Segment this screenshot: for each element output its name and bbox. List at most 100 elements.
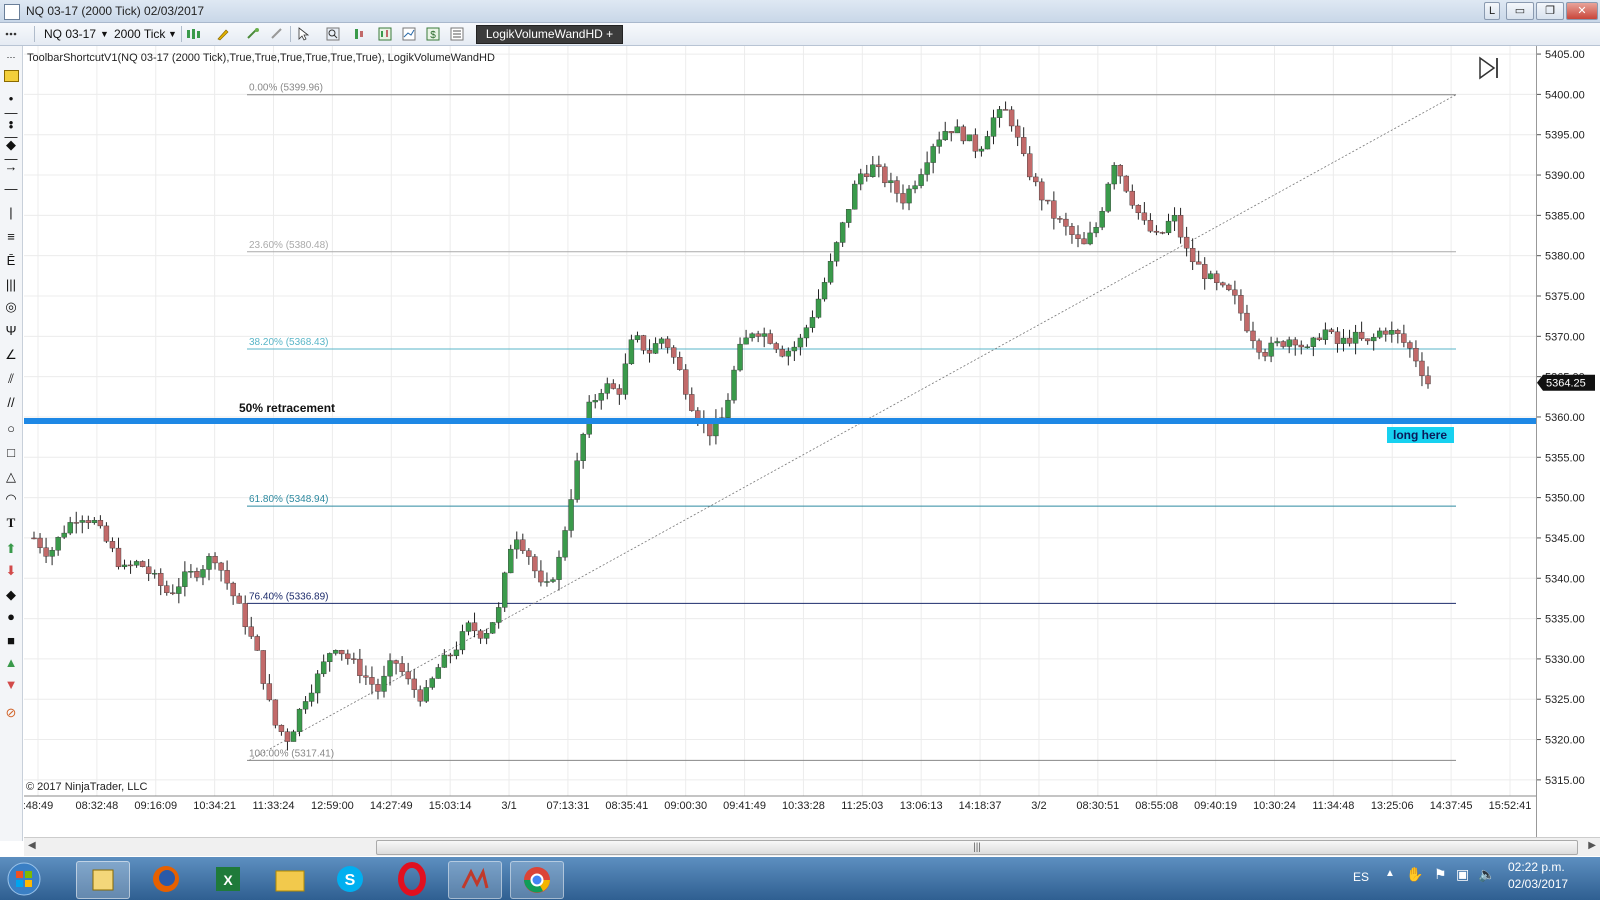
ray-icon[interactable]: →	[3, 160, 19, 174]
tray-app-icon[interactable]: ✋	[1406, 866, 1423, 883]
zoom-icon[interactable]	[326, 27, 340, 41]
long-here-badge[interactable]: long here	[1387, 427, 1454, 443]
fib-extension-icon[interactable]: Ē	[3, 254, 19, 268]
arrow-down-icon[interactable]: ⬇	[3, 564, 19, 578]
candle	[1298, 340, 1304, 355]
chart-canvas[interactable]: 0.00% (5399.96) 23.60% (5380.48) 38.20% (5…	[23, 46, 1536, 841]
taskbar-excel[interactable]: X	[202, 861, 254, 897]
close-button[interactable]: ✕	[1566, 2, 1598, 20]
extended-line-icon[interactable]: ◆—	[3, 138, 19, 166]
properties-icon[interactable]	[450, 27, 464, 41]
taskbar-firefox[interactable]	[140, 861, 192, 897]
candlestick-style-icon[interactable]	[186, 27, 204, 41]
triangle-icon[interactable]: △	[3, 470, 19, 484]
add-indicator-icon[interactable]	[246, 27, 260, 41]
volume-icon[interactable]: 🔈	[1478, 866, 1495, 883]
fib-circle-icon[interactable]: ◎	[3, 300, 19, 314]
gann-fan-icon[interactable]: ∠	[3, 348, 19, 362]
arc-icon[interactable]: ◠	[3, 492, 19, 506]
period-selector[interactable]: 2000 Tick	[114, 26, 165, 42]
candle	[1364, 338, 1371, 345]
scroll-thumb[interactable]: |||	[376, 840, 1578, 855]
candle	[127, 560, 134, 574]
indicator-button[interactable]: LogikVolumeWandHD +	[476, 25, 623, 44]
candle	[1008, 106, 1015, 132]
candle-body	[218, 562, 224, 571]
remove-drawings-icon[interactable]: ⊘	[3, 706, 19, 720]
vertical-line-icon[interactable]: |	[3, 206, 19, 220]
taskbar-opera[interactable]	[386, 861, 438, 897]
taskbar-chrome[interactable]	[510, 861, 564, 899]
square-icon[interactable]: ■	[3, 634, 19, 648]
candle-body	[833, 242, 840, 262]
trend-channel-icon[interactable]: //	[3, 396, 19, 410]
ellipse-icon[interactable]: ○	[3, 422, 19, 436]
candle	[966, 134, 973, 142]
pitchfork-icon[interactable]: Ψ	[3, 324, 19, 338]
clock-date[interactable]: 02/03/2017	[1508, 877, 1568, 891]
restore-button[interactable]: ❐	[1536, 2, 1564, 20]
ninjatrader-icon	[461, 867, 489, 889]
price-chart[interactable]: 0.00% (5399.96) 23.60% (5380.48) 38.20% (5…	[23, 46, 1536, 841]
chevron-down-icon[interactable]: ▼	[168, 26, 177, 42]
diamond-icon[interactable]: ◆	[3, 588, 19, 602]
toolbar-separator	[290, 26, 291, 42]
link-button[interactable]: L	[1484, 2, 1500, 20]
scroll-right-icon[interactable]: ▶	[1588, 840, 1596, 851]
data-series-icon[interactable]	[354, 27, 368, 41]
rectangle-icon[interactable]: □	[3, 446, 19, 460]
candle	[864, 164, 870, 182]
taskbar-skype[interactable]: S	[324, 861, 376, 897]
chart-properties-icon[interactable]	[402, 27, 416, 41]
language-indicator[interactable]: ES	[1353, 870, 1369, 884]
candle-body	[1322, 329, 1329, 340]
network-icon[interactable]: ▣	[1456, 866, 1469, 883]
candle	[139, 560, 146, 568]
chevron-down-icon[interactable]: ▼	[100, 26, 109, 42]
price-axis[interactable]: 5405.00 5400.00 5395.00 5390.00 5385.00 5380.…	[1536, 46, 1600, 841]
candle	[459, 624, 466, 655]
pencil-icon[interactable]	[216, 27, 230, 41]
price-tick-label: 5350.00	[1545, 493, 1585, 505]
segment-icon[interactable]: •—	[3, 116, 19, 144]
drag-handle-icon[interactable]	[4, 27, 18, 41]
ruler-icon[interactable]	[3, 70, 19, 84]
start-button[interactable]	[2, 861, 46, 897]
retracement-line[interactable]	[24, 418, 1536, 424]
tray-expand-icon[interactable]: ▲	[1385, 868, 1395, 879]
drag-handle-icon[interactable]: ⋯	[3, 50, 19, 64]
instrument-selector[interactable]: NQ 03-17	[44, 26, 96, 42]
minimize-button[interactable]: ▭	[1506, 2, 1534, 20]
taskbar-hand-app[interactable]	[76, 861, 130, 899]
indicators-icon[interactable]	[378, 27, 392, 41]
skip-to-end-icon[interactable]	[1479, 56, 1498, 80]
taskbar-ninjatrader[interactable]	[448, 861, 502, 899]
scroll-left-icon[interactable]: ◀	[28, 840, 36, 851]
taskbar-explorer[interactable]	[264, 861, 316, 897]
candle-body	[447, 654, 454, 657]
arrow-up-icon[interactable]: ⬆	[3, 542, 19, 556]
clock-time[interactable]: 02:22 p.m.	[1508, 860, 1565, 874]
fib-retracement-icon[interactable]: ≡	[3, 230, 19, 244]
text-icon[interactable]: T	[3, 516, 19, 530]
candle-body	[489, 622, 496, 634]
candle	[942, 121, 948, 141]
line-dot-icon[interactable]: •—•	[3, 92, 19, 134]
candle	[266, 674, 273, 702]
candle-body	[308, 692, 315, 702]
triangle-up-icon[interactable]: ▲	[3, 656, 19, 670]
strategy-icon[interactable]	[270, 27, 284, 41]
candle-body	[471, 622, 478, 632]
cursor-icon[interactable]	[296, 27, 310, 41]
horizontal-scrollbar[interactable]: ◀ ||| ▶	[24, 837, 1600, 856]
action-center-icon[interactable]: ⚑	[1434, 866, 1447, 883]
horizontal-line-icon[interactable]: —	[3, 182, 19, 196]
dot-icon[interactable]: ●	[3, 610, 19, 624]
candle	[1383, 327, 1389, 342]
candle-body	[242, 603, 248, 627]
fib-timezone-icon[interactable]: |||	[3, 278, 19, 292]
triangle-down-icon[interactable]: ▼	[3, 678, 19, 692]
regression-channel-icon[interactable]: ⫽	[3, 372, 19, 386]
dollar-icon[interactable]: $	[426, 27, 440, 41]
candle-body	[544, 581, 550, 583]
